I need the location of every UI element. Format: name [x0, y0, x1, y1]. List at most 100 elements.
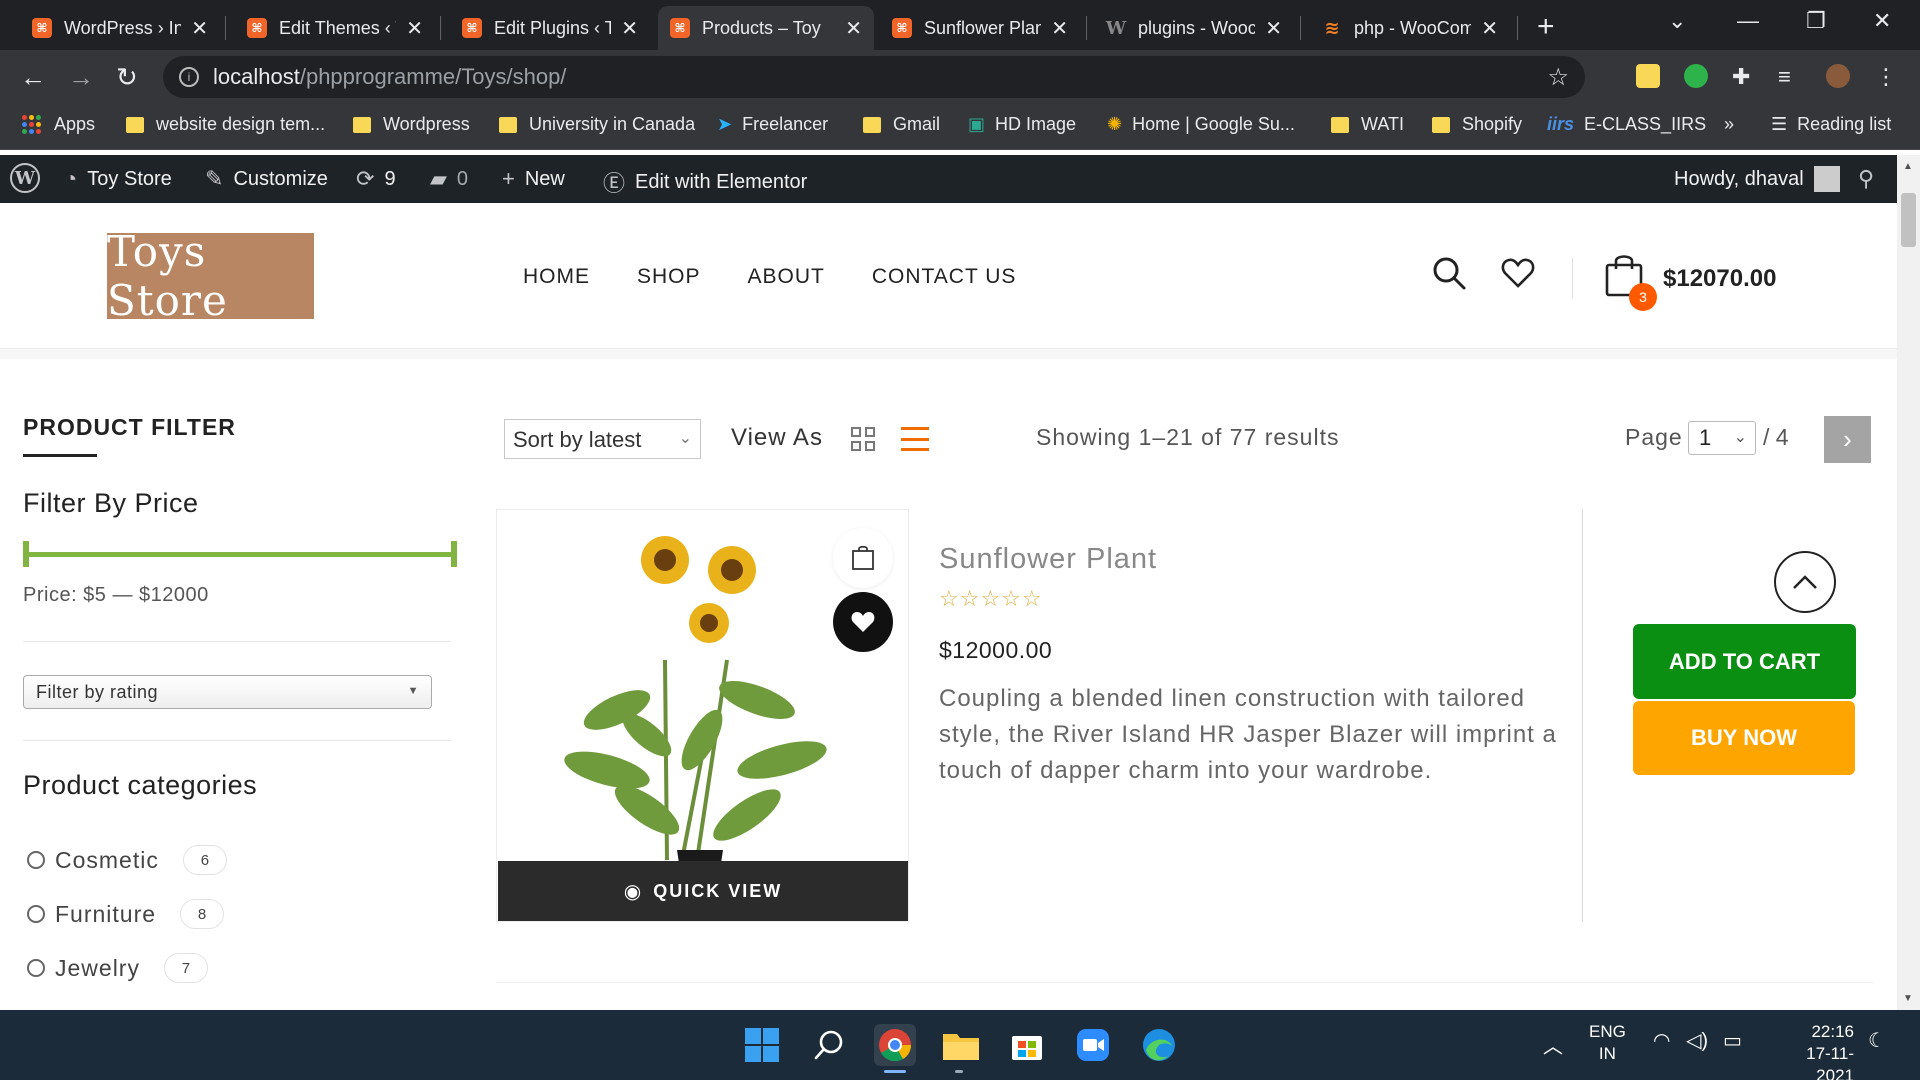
- nav-home[interactable]: HOME: [523, 265, 590, 289]
- nav-about[interactable]: ABOUT: [748, 265, 825, 289]
- close-icon[interactable]: ✕: [1481, 16, 1498, 41]
- window-close-icon[interactable]: ✕: [1873, 8, 1891, 34]
- add-to-cart-button[interactable]: ADD TO CART: [1633, 624, 1856, 699]
- bookmark-gmail[interactable]: Gmail: [863, 114, 940, 135]
- nav-contact[interactable]: CONTACT US: [872, 265, 1017, 289]
- extension-notes-icon[interactable]: [1636, 64, 1660, 88]
- battery-icon[interactable]: ▭: [1723, 1028, 1742, 1053]
- close-icon[interactable]: ✕: [191, 16, 208, 41]
- cart-total[interactable]: $12070.00: [1663, 265, 1776, 293]
- wp-search[interactable]: ⚲: [1858, 166, 1884, 192]
- taskbar-search-icon[interactable]: [808, 1024, 850, 1066]
- chrome-taskbar-icon[interactable]: [874, 1024, 916, 1066]
- scroll-to-top-button[interactable]: [1774, 551, 1836, 613]
- category-furniture[interactable]: Furniture 8: [27, 899, 225, 929]
- close-icon[interactable]: ✕: [1051, 16, 1068, 41]
- file-explorer-icon[interactable]: [940, 1024, 982, 1066]
- volume-icon[interactable]: ◁): [1686, 1028, 1708, 1053]
- price-min-handle[interactable]: [23, 541, 29, 567]
- page-scrollbar[interactable]: ▲ ▼: [1897, 155, 1920, 1010]
- add-to-cart-icon-button[interactable]: [833, 528, 893, 588]
- category-cosmetic[interactable]: Cosmetic 6: [27, 845, 227, 875]
- bookmark-freelancer[interactable]: ➤ Freelancer: [717, 114, 828, 135]
- quick-view-button[interactable]: ◉ QUICK VIEW: [498, 861, 908, 921]
- input-language-indicator[interactable]: ENG IN: [1589, 1021, 1626, 1065]
- bookmark-university-canada[interactable]: University in Canada: [499, 114, 695, 135]
- media-control-icon[interactable]: ≡: [1778, 64, 1802, 89]
- scrollbar-thumb[interactable]: [1901, 193, 1916, 247]
- chrome-menu-icon[interactable]: ⋮: [1875, 64, 1899, 89]
- wp-comments[interactable]: ▰ 0: [430, 166, 468, 192]
- bookmark-hd-image[interactable]: ▣ HD Image: [968, 114, 1076, 135]
- url-bar[interactable]: i localhost/phpprogramme/Toys/shop/ ☆: [163, 56, 1585, 98]
- tab-sunflower-plant[interactable]: ⌘ Sunflower Plan ✕: [880, 6, 1080, 50]
- restore-icon[interactable]: ❐: [1806, 8, 1826, 34]
- nav-shop[interactable]: SHOP: [637, 265, 701, 289]
- tray-overflow-chevron-icon[interactable]: ︿: [1543, 1030, 1563, 1059]
- forward-icon[interactable]: →: [68, 62, 94, 93]
- bookmark-website-design[interactable]: website design tem...: [126, 114, 325, 135]
- wp-updates[interactable]: ⟳ 9: [356, 166, 396, 192]
- wp-edit-elementor[interactable]: Ⓔ Edit with Elementor: [603, 166, 807, 198]
- close-icon[interactable]: ✕: [621, 16, 638, 41]
- back-icon[interactable]: ←: [20, 62, 46, 93]
- new-tab-button[interactable]: +: [1537, 10, 1555, 44]
- rating-filter-select[interactable]: Filter by rating ▼: [23, 675, 432, 709]
- extension-green-icon[interactable]: [1684, 64, 1708, 88]
- wp-logo-menu[interactable]: W: [10, 163, 40, 193]
- reload-icon[interactable]: ↻: [116, 62, 138, 93]
- tab-products-active[interactable]: ⌘ Products – Toy ✕: [658, 6, 874, 50]
- wp-account-menu[interactable]: Howdy, dhaval: [1674, 166, 1840, 192]
- site-info-icon[interactable]: i: [179, 67, 199, 87]
- edge-icon[interactable]: [1138, 1024, 1180, 1066]
- wishlist-heart-icon[interactable]: [1500, 255, 1536, 296]
- category-jewelry[interactable]: Jewelry 7: [27, 953, 208, 983]
- scroll-up-arrow-icon[interactable]: ▲: [1903, 161, 1913, 172]
- bookmark-wati[interactable]: WATI: [1331, 114, 1404, 135]
- minimize-icon[interactable]: —: [1737, 8, 1759, 34]
- price-range-slider[interactable]: [23, 552, 457, 557]
- close-icon[interactable]: ✕: [406, 16, 423, 41]
- bookmark-google-sites[interactable]: ✺ Home | Google Su...: [1107, 114, 1295, 135]
- list-view-icon[interactable]: [901, 427, 929, 451]
- store-logo[interactable]: Toys Store: [107, 227, 314, 325]
- wp-new-content[interactable]: + New: [502, 166, 565, 192]
- bookmark-wordpress[interactable]: Wordpress: [353, 114, 470, 135]
- reading-list-button[interactable]: ☰ Reading list: [1771, 114, 1891, 135]
- clock[interactable]: 22:16 17-11-2021: [1770, 1021, 1854, 1080]
- header-search-icon[interactable]: [1431, 255, 1467, 296]
- radio-button[interactable]: [27, 851, 45, 869]
- wifi-icon[interactable]: ◠: [1653, 1028, 1670, 1053]
- close-icon[interactable]: ✕: [845, 16, 862, 41]
- wishlist-button[interactable]: [833, 592, 893, 652]
- windows-start-icon[interactable]: [741, 1024, 783, 1066]
- radio-button[interactable]: [27, 959, 45, 977]
- tab-search-icon[interactable]: ⌄: [1668, 8, 1686, 34]
- bookmarks-overflow-button[interactable]: »: [1724, 114, 1734, 135]
- next-page-button[interactable]: ›: [1824, 416, 1871, 463]
- radio-button[interactable]: [27, 905, 45, 923]
- product-title[interactable]: Sunflower Plant: [939, 543, 1157, 576]
- extensions-puzzle-icon[interactable]: ✚: [1732, 64, 1756, 89]
- page-select[interactable]: 1 ⌄: [1688, 421, 1756, 455]
- tab-wordpress-install[interactable]: ⌘ WordPress › Ins ✕: [20, 6, 220, 50]
- tab-php-woocommerce[interactable]: ≋ php - WooCom ✕: [1310, 6, 1510, 50]
- wp-customize[interactable]: ✎ Customize: [205, 166, 328, 192]
- price-max-handle[interactable]: [451, 541, 457, 567]
- buy-now-button[interactable]: BUY NOW: [1633, 701, 1855, 775]
- bookmark-shopify[interactable]: Shopify: [1432, 114, 1522, 135]
- bookmark-star-icon[interactable]: ☆: [1547, 63, 1569, 92]
- grid-view-icon[interactable]: [851, 427, 875, 451]
- zoom-icon[interactable]: [1072, 1024, 1114, 1066]
- sort-select[interactable]: Sort by latest ⌄: [504, 419, 701, 459]
- bookmark-apps[interactable]: Apps: [22, 114, 95, 135]
- microsoft-store-icon[interactable]: [1006, 1024, 1048, 1066]
- wp-site-name[interactable]: ◔ Toy Store: [64, 166, 172, 192]
- close-icon[interactable]: ✕: [1265, 16, 1282, 41]
- tab-edit-themes[interactable]: ⌘ Edit Themes ‹ T ✕: [235, 6, 435, 50]
- tab-plugins-woocommerce[interactable]: W plugins - Wooc ✕: [1094, 6, 1294, 50]
- profile-avatar[interactable]: [1826, 64, 1850, 88]
- tab-edit-plugins[interactable]: ⌘ Edit Plugins ‹ T ✕: [450, 6, 650, 50]
- notifications-moon-icon[interactable]: ☾: [1868, 1028, 1886, 1053]
- scroll-down-arrow-icon[interactable]: ▼: [1903, 993, 1913, 1004]
